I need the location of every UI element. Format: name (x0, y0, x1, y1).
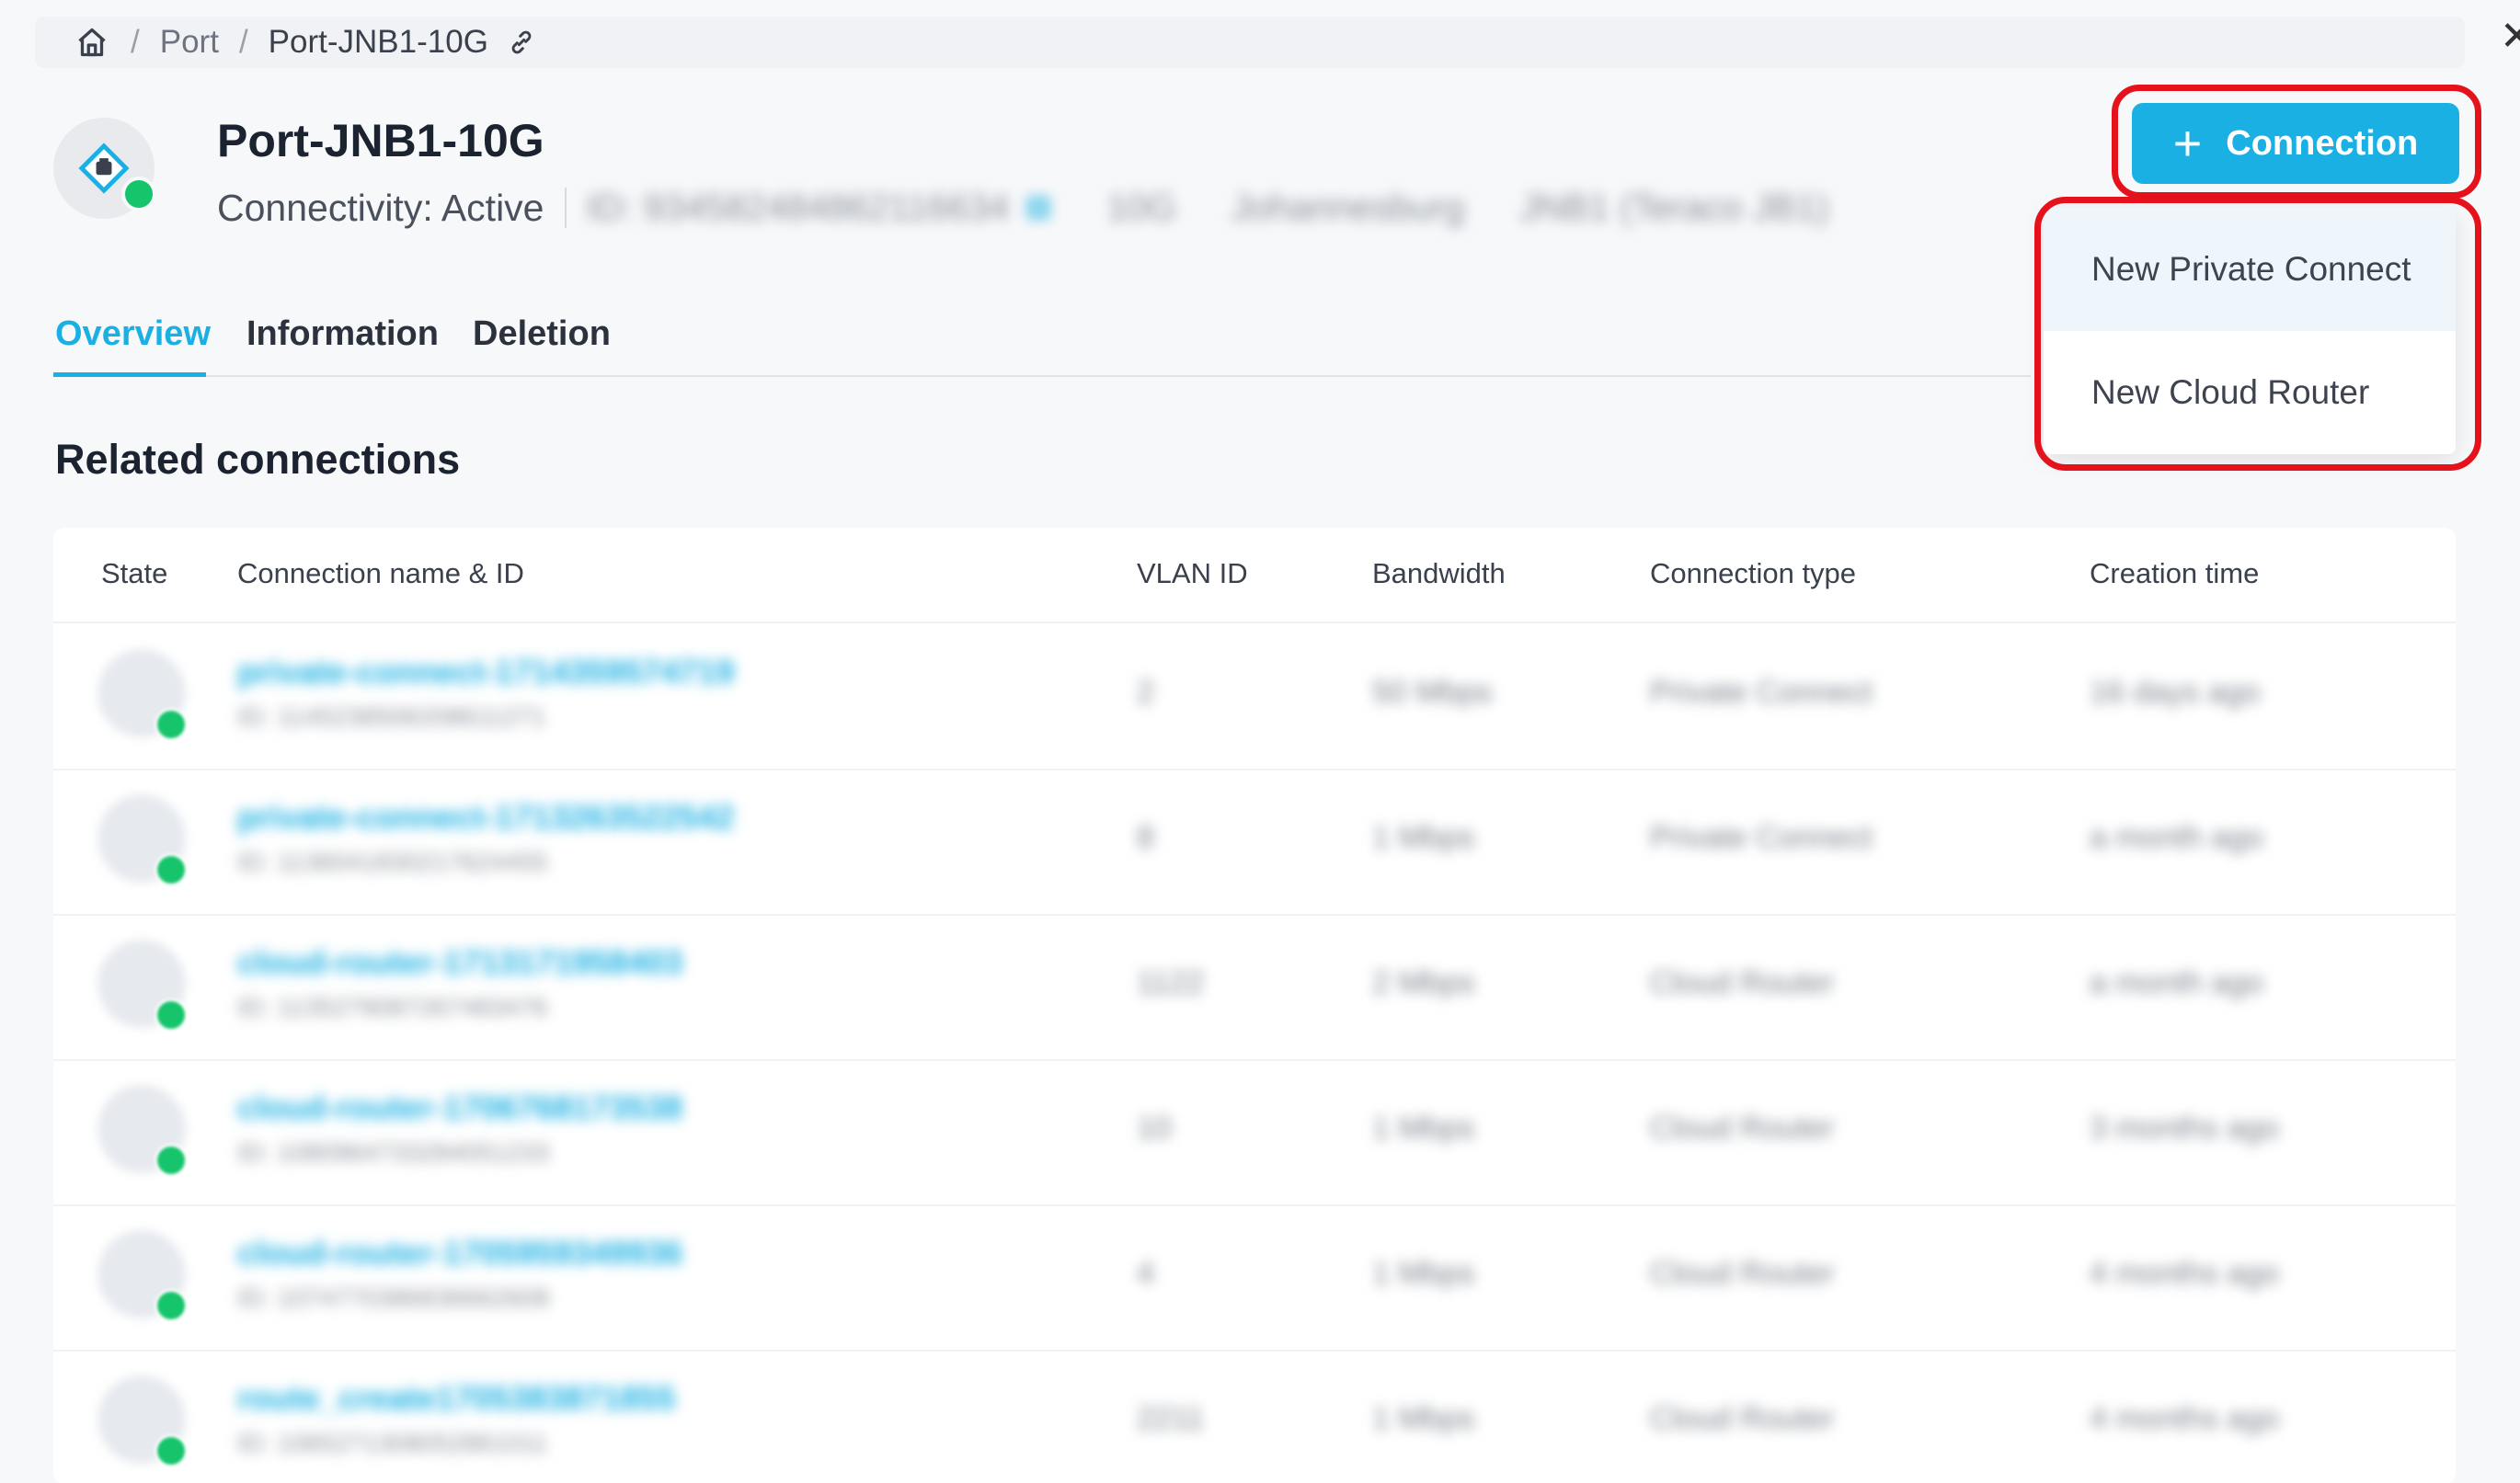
vlan-id: 2211 (1137, 1401, 1205, 1436)
vlan-id: 8 (1137, 820, 1154, 855)
column-header-created: Creation time (2090, 557, 2260, 589)
connection-id: ID: 1074770386836662608 (237, 1283, 550, 1312)
connection-name-link[interactable]: cloud-router-1706768173538 (237, 1089, 682, 1127)
breadcrumb-separator: / (131, 24, 140, 60)
status-dot (155, 708, 188, 741)
connection-type: Cloud Router (1650, 1401, 1835, 1436)
status-dot (155, 998, 188, 1032)
breadcrumb-item-current: Port-JNB1-10G (268, 24, 488, 60)
connection-name-link[interactable]: cloud-router-1705959349936 (237, 1234, 682, 1272)
bandwidth: 1 Mbps (1372, 1111, 1475, 1146)
page-title: Port-JNB1-10G (217, 115, 544, 166)
port-site: JNB1 (Teraco JB1) (1519, 187, 1829, 228)
tab-deletion[interactable]: Deletion (473, 314, 611, 354)
close-icon[interactable]: ✕ (2500, 13, 2520, 60)
bandwidth: 1 Mbps (1372, 1256, 1475, 1291)
bandwidth: 1 Mbps (1372, 1401, 1475, 1436)
column-header-vlan: VLAN ID (1137, 557, 1248, 589)
vlan-id: 2 (1137, 675, 1154, 710)
column-header-bandwidth: Bandwidth (1372, 557, 1506, 589)
port-id: ID: 934582484862116634 (586, 187, 1010, 228)
bandwidth: 2 Mbps (1372, 965, 1475, 1000)
breadcrumb-item-port[interactable]: Port (160, 24, 219, 61)
connection-id: ID: 1145238506208611271 (237, 702, 546, 731)
highlight-box (2034, 197, 2481, 471)
port-avatar (53, 118, 156, 219)
connection-type: Cloud Router (1650, 965, 1835, 1000)
bandwidth: 50 Mbps (1372, 675, 1493, 710)
table-row[interactable]: private-connect-1714359574719 ID: 114523… (53, 623, 2456, 770)
port-meta: Connectivity: Active ID: 934582484862116… (217, 182, 1884, 234)
connection-type: Private Connect (1650, 820, 1873, 855)
connection-type: Cloud Router (1650, 1256, 1835, 1291)
status-dot (155, 853, 188, 886)
connection-id: ID: 1080964733284051233 (237, 1138, 550, 1167)
column-header-state: State (101, 557, 168, 589)
status-dot (155, 1289, 188, 1322)
copy-icon[interactable] (1025, 195, 1052, 221)
active-tab-indicator (53, 372, 206, 377)
table-header: State Connection name & ID VLAN ID Bandw… (53, 528, 2456, 623)
status-dot (121, 177, 156, 211)
table-row[interactable]: route_create1705383871855 ID: 1065271308… (53, 1350, 2456, 1483)
vlan-id: 4 (1137, 1256, 1154, 1291)
vlan-id: 10 (1137, 1111, 1172, 1146)
tab-bar: Overview Information Deletion (53, 303, 2031, 377)
connection-type: Private Connect (1650, 675, 1873, 710)
link-icon[interactable] (507, 27, 538, 58)
creation-time: 4 months ago (2090, 1256, 2280, 1291)
connection-name-link[interactable]: cloud-router-1713171958403 (237, 943, 682, 982)
section-title: Related connections (55, 436, 461, 483)
breadcrumb: / Port / Port-JNB1-10G (35, 17, 2465, 68)
creation-time: 4 months ago (2090, 1401, 2280, 1436)
connection-id: ID: 1065271308052861011 (237, 1429, 548, 1457)
connection-type: Cloud Router (1650, 1111, 1835, 1146)
port-speed: 10G (1106, 187, 1176, 228)
highlight-box (2112, 85, 2481, 199)
home-icon[interactable] (75, 25, 110, 60)
column-header-type: Connection type (1650, 557, 1857, 589)
table-row[interactable]: cloud-router-1705959349936 ID: 107477038… (53, 1204, 2456, 1352)
port-detail-page: / Port / Port-JNB1-10G ✕ Port-JNB1-10G C… (0, 0, 2520, 1483)
status-dot (155, 1144, 188, 1177)
connection-name-link[interactable]: private-connect-1714359574719 (237, 653, 734, 691)
vlan-id: 1122 (1137, 965, 1205, 1000)
creation-time: a month ago (2090, 820, 2264, 855)
connection-id: ID: 1136041830217624455 (237, 848, 548, 876)
connectivity-status: Connectivity: Active (217, 186, 544, 229)
port-city: Johannesburg (1231, 187, 1465, 228)
bandwidth: 1 Mbps (1372, 820, 1475, 855)
connections-table: State Connection name & ID VLAN ID Bandw… (53, 528, 2456, 1483)
connection-name-link[interactable]: route_create1705383871855 (237, 1379, 675, 1418)
table-row[interactable]: private-connect-1713263522542 ID: 113604… (53, 769, 2456, 916)
connection-name-link[interactable]: private-connect-1713263522542 (237, 798, 734, 837)
creation-time: 16 days ago (2090, 675, 2261, 710)
tab-information[interactable]: Information (246, 314, 439, 354)
creation-time: 3 months ago (2090, 1111, 2280, 1146)
column-header-name: Connection name & ID (237, 557, 524, 589)
breadcrumb-separator: / (238, 24, 248, 60)
creation-time: a month ago (2090, 965, 2264, 1000)
table-row[interactable]: cloud-router-1706768173538 ID: 108096473… (53, 1059, 2456, 1206)
table-row[interactable]: cloud-router-1713171958403 ID: 113527908… (53, 914, 2456, 1061)
meta-divider (564, 188, 567, 228)
connection-id: ID: 1135279087267483476 (237, 993, 548, 1021)
status-dot (155, 1434, 188, 1467)
tab-overview[interactable]: Overview (55, 314, 211, 354)
